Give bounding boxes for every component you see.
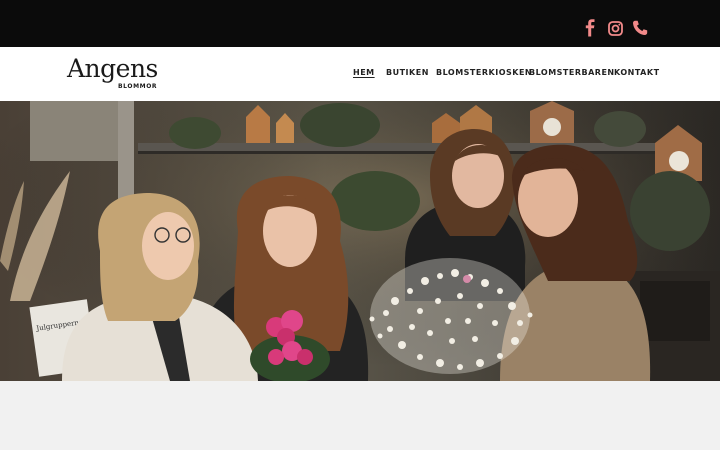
- instagram-icon[interactable]: [604, 16, 626, 40]
- logo-subtitle: BLOMMOR: [118, 83, 158, 90]
- facebook-icon[interactable]: [579, 16, 601, 40]
- page-content-area: [0, 381, 720, 450]
- nav-item-blomsterkiosken[interactable]: BLOMSTERKIOSKEN: [436, 66, 532, 80]
- nav-item-butiken[interactable]: BUTIKEN: [386, 66, 429, 80]
- nav-item-blomsterbaren[interactable]: BLOMSTERBAREN: [529, 66, 615, 80]
- nav-item-hem[interactable]: HEM: [353, 66, 375, 80]
- main-navigation: HEM BUTIKEN BLOMSTERKIOSKEN BLOMSTERBARE…: [0, 66, 720, 84]
- hero-image: Julgrupperna Komma: [0, 101, 720, 381]
- phone-icon[interactable]: [629, 16, 651, 40]
- nav-item-kontakt[interactable]: KONTAKT: [614, 66, 660, 80]
